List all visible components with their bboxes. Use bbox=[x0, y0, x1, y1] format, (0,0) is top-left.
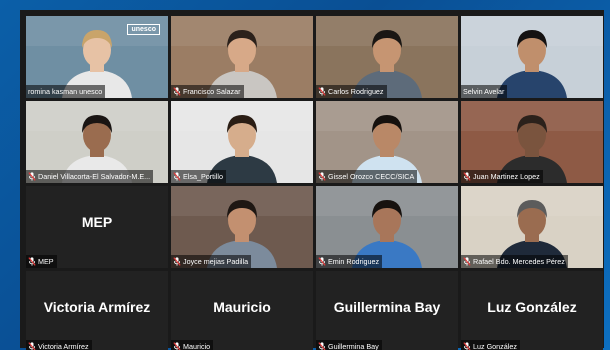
participant-name: Juan Martinez Lopez bbox=[473, 172, 540, 181]
participant-tile[interactable]: Selvin Avelar bbox=[461, 16, 603, 98]
participant-name: Gissel Orozco CECC/SICA bbox=[328, 172, 415, 181]
participant-name: Daniel Villacorta-El Salvador-M.E... bbox=[38, 172, 151, 181]
muted-mic-icon bbox=[173, 172, 181, 181]
name-label: Guillermina Bay bbox=[316, 340, 382, 350]
participant-display-name: Mauricio bbox=[213, 299, 271, 315]
participant-tile[interactable]: Daniel Villacorta-El Salvador-M.E... bbox=[26, 101, 168, 183]
muted-mic-icon bbox=[463, 342, 471, 350]
name-label: Joyce mejias Padilla bbox=[171, 255, 252, 268]
participant-name: romina kasman unesco bbox=[28, 87, 103, 96]
name-label: MEP bbox=[26, 255, 57, 268]
participant-display-name: Guillermina Bay bbox=[333, 299, 441, 315]
participant-tile[interactable]: Elsa_Portillo bbox=[171, 101, 313, 183]
participant-tile[interactable]: Emin Rodriguez bbox=[316, 186, 458, 268]
name-label: Francisco Salazar bbox=[171, 85, 244, 98]
name-label: Luz González bbox=[461, 340, 520, 350]
participant-display-name: MEP bbox=[81, 214, 113, 230]
name-label: Rafael Bdo. Mercedes Pérez bbox=[461, 255, 568, 268]
participant-tile[interactable]: Joyce mejias Padilla bbox=[171, 186, 313, 268]
participant-tile[interactable]: Luz González Luz González bbox=[461, 271, 603, 350]
participant-tile[interactable]: Carlos Rodriguez bbox=[316, 16, 458, 98]
muted-mic-icon bbox=[28, 172, 36, 181]
participant-tile[interactable]: Victoria Armírez Victoria Armírez bbox=[26, 271, 168, 350]
name-label: Mauricio bbox=[171, 340, 214, 350]
participant-name: Elsa_Portillo bbox=[183, 172, 223, 181]
muted-mic-icon bbox=[463, 257, 471, 266]
participant-display-name: Victoria Armírez bbox=[43, 299, 151, 315]
muted-mic-icon bbox=[28, 342, 36, 350]
name-label: Daniel Villacorta-El Salvador-M.E... bbox=[26, 170, 154, 183]
muted-mic-icon bbox=[318, 257, 326, 266]
name-label: Selvin Avelar bbox=[461, 85, 508, 98]
name-label: romina kasman unesco bbox=[26, 85, 106, 98]
name-label: Carlos Rodriguez bbox=[316, 85, 387, 98]
participant-name: Carlos Rodriguez bbox=[328, 87, 384, 96]
participant-name: Guillermina Bay bbox=[328, 342, 379, 350]
participant-tile[interactable]: Rafael Bdo. Mercedes Pérez bbox=[461, 186, 603, 268]
participant-name: Luz González bbox=[473, 342, 517, 350]
muted-mic-icon bbox=[173, 87, 181, 96]
participant-name: Francisco Salazar bbox=[183, 87, 241, 96]
muted-mic-icon bbox=[318, 87, 326, 96]
participant-name: Victoria Armírez bbox=[38, 342, 89, 350]
participant-display-name: Luz González bbox=[487, 299, 577, 315]
participant-tile[interactable]: unesco romina kasman unesco bbox=[26, 16, 168, 98]
muted-mic-icon bbox=[173, 342, 181, 350]
participant-name: Emin Rodriguez bbox=[328, 257, 380, 266]
name-label: Gissel Orozco CECC/SICA bbox=[316, 170, 418, 183]
participant-tile[interactable]: Juan Martinez Lopez bbox=[461, 101, 603, 183]
participant-name: Mauricio bbox=[183, 342, 211, 350]
muted-mic-icon bbox=[463, 172, 471, 181]
muted-mic-icon bbox=[318, 342, 326, 350]
participant-tile[interactable]: Gissel Orozco CECC/SICA bbox=[316, 101, 458, 183]
participant-tile[interactable]: MEP MEP bbox=[26, 186, 168, 268]
participant-name: Selvin Avelar bbox=[463, 87, 505, 96]
unesco-logo: unesco bbox=[127, 24, 160, 35]
participant-name: Joyce mejias Padilla bbox=[183, 257, 249, 266]
participant-tile[interactable]: Francisco Salazar bbox=[171, 16, 313, 98]
participant-name: Rafael Bdo. Mercedes Pérez bbox=[473, 257, 565, 266]
muted-mic-icon bbox=[318, 172, 326, 181]
muted-mic-icon bbox=[173, 257, 181, 266]
name-label: Juan Martinez Lopez bbox=[461, 170, 543, 183]
name-label: Elsa_Portillo bbox=[171, 170, 226, 183]
name-label: Emin Rodriguez bbox=[316, 255, 383, 268]
participant-name: MEP bbox=[38, 257, 54, 266]
participant-tile[interactable]: Mauricio Mauricio bbox=[171, 271, 313, 350]
muted-mic-icon bbox=[28, 257, 36, 266]
name-label: Victoria Armírez bbox=[26, 340, 92, 350]
participant-tile[interactable]: Guillermina Bay Guillermina Bay bbox=[316, 271, 458, 350]
participant-gallery: unesco romina kasman unesco Francisco Sal… bbox=[26, 16, 603, 350]
